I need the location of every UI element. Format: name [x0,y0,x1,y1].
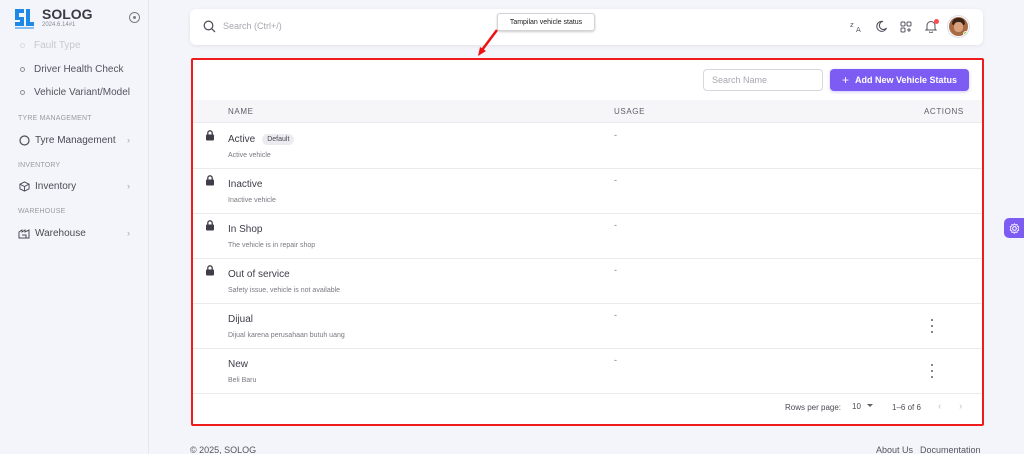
section-header-tyre: TYRE MANAGEMENT [18,115,92,122]
previous-page-icon[interactable]: ‹ [938,401,941,412]
column-header-usage[interactable]: USAGE [614,107,645,116]
brand-name: SOLOG [42,6,93,22]
column-header-name[interactable]: NAME [228,107,254,116]
table-row[interactable]: Out of service Safety issue, vehicle is … [193,259,982,304]
status-description: Active vehicle [228,152,271,159]
plus-icon: + [841,73,849,87]
default-badge: Default [262,134,295,145]
status-name: New [228,359,249,370]
gear-icon [1009,222,1019,234]
status-usage: - [614,175,617,185]
sidebar-item-tyre-management[interactable]: Tyre Management › [18,134,130,146]
row-actions-more-icon[interactable] [929,364,935,378]
status-description: Safety issue, vehicle is not available [228,287,341,294]
caret-down-icon[interactable] [867,404,873,407]
box-icon [18,180,30,192]
theme-moon-icon[interactable] [873,19,889,35]
sidebar: SOLOG 2024.6.14#1 Fault Type Driver Heal… [0,0,149,454]
brand[interactable]: SOLOG 2024.6.14#1 [12,6,93,30]
status-description: Inactive vehicle [228,197,276,204]
status-usage: - [614,220,617,230]
rows-per-page-select[interactable]: 10 [852,402,861,411]
footer-copyright: © 2025, SOLOG [190,445,257,454]
footer-link-documentation[interactable]: Documentation [920,445,981,454]
status-description: Dijual karena perusahaan butuh uang [228,332,345,339]
page-range: 1–6 of 6 [892,403,921,412]
translate-icon[interactable]: zA [848,19,864,35]
lock-icon [206,265,214,276]
section-header-warehouse: WAREHOUSE [18,208,66,215]
user-avatar[interactable] [948,16,969,37]
warehouse-icon [18,227,30,239]
status-usage: - [614,265,617,275]
sidebar-item-fault-type[interactable]: Fault Type [20,40,81,51]
status-usage: - [614,130,617,140]
pagination: Rows per page: 10 1–6 of 6 ‹ › [193,397,982,417]
svg-text:z: z [850,21,854,29]
footer-link-about[interactable]: About Us [876,445,913,454]
table-row[interactable]: New Beli Baru - [193,349,982,394]
sidebar-item-inventory[interactable]: Inventory › [18,180,130,192]
brand-version: 2024.6.14#1 [42,22,76,28]
online-status-dot [963,31,968,36]
sidebar-item-warehouse[interactable]: Warehouse › [18,227,130,239]
global-search-input[interactable]: Search (Ctrl+/) [223,21,282,31]
chevron-right-icon: › [127,228,130,238]
bullet-icon [20,90,25,95]
table-row[interactable]: Active Default Active vehicle - [193,124,982,169]
sidebar-item-vehicle-variant-model[interactable]: Vehicle Variant/Model [20,87,130,98]
add-button-label: Add New Vehicle Status [854,75,958,85]
chevron-right-icon: › [127,181,130,191]
sidebar-item-label: Driver Health Check [34,64,124,75]
lock-icon [206,130,214,141]
svg-text:A: A [856,26,861,33]
footer-links: About Us Documentation [876,445,981,454]
annotation-tooltip: Tampilan vehicle status [497,13,595,31]
table-row[interactable]: Dijual Dijual karena perusahaan butuh ua… [193,304,982,349]
sidebar-item-label: Fault Type [34,40,81,51]
sidebar-item-label: Warehouse [35,227,86,239]
status-usage: - [614,310,617,320]
notification-badge [934,18,939,24]
vehicle-status-card: Search Name + Add New Vehicle Status NAM… [191,58,984,426]
solog-logo-icon [15,9,34,29]
status-name: Active [228,134,256,145]
annotation-arrow-icon [478,29,498,56]
status-usage: - [614,355,617,365]
sidebar-item-label: Inventory [35,180,77,192]
customizer-settings-button[interactable] [1004,218,1024,238]
shortcuts-grid-icon[interactable] [898,19,914,35]
status-description: The vehicle is in repair shop [228,242,316,249]
search-name-input[interactable]: Search Name [703,69,823,91]
chevron-right-icon: › [127,135,130,145]
table-header: NAME USAGE ACTIONS [193,100,982,123]
status-name: Inactive [228,179,263,190]
search-icon[interactable] [203,20,216,33]
lock-icon [206,220,214,231]
rows-per-page-label: Rows per page: [785,403,842,412]
status-description: Beli Baru [228,377,257,384]
section-header-inventory: INVENTORY [18,162,61,169]
next-page-icon[interactable]: › [959,401,962,412]
status-name: In Shop [228,224,263,235]
bullet-icon [20,67,25,72]
status-name: Out of service [228,269,290,280]
notification-bell-icon[interactable] [923,18,939,35]
row-actions-more-icon[interactable] [929,319,935,333]
bullet-icon [20,43,25,48]
sidebar-item-label: Vehicle Variant/Model [34,87,130,98]
add-new-vehicle-status-button[interactable]: + Add New Vehicle Status [830,69,969,91]
table-row[interactable]: Inactive Inactive vehicle - [193,169,982,214]
column-header-actions: ACTIONS [924,107,964,116]
lock-icon [206,175,214,186]
sidebar-item-label: Tyre Management [35,134,116,146]
collapse-sidebar-icon[interactable] [129,12,140,23]
circle-icon [18,134,30,146]
table-row[interactable]: In Shop The vehicle is in repair shop - [193,214,982,259]
sidebar-item-driver-health-check[interactable]: Driver Health Check [20,64,123,75]
status-name: Dijual [228,314,254,325]
